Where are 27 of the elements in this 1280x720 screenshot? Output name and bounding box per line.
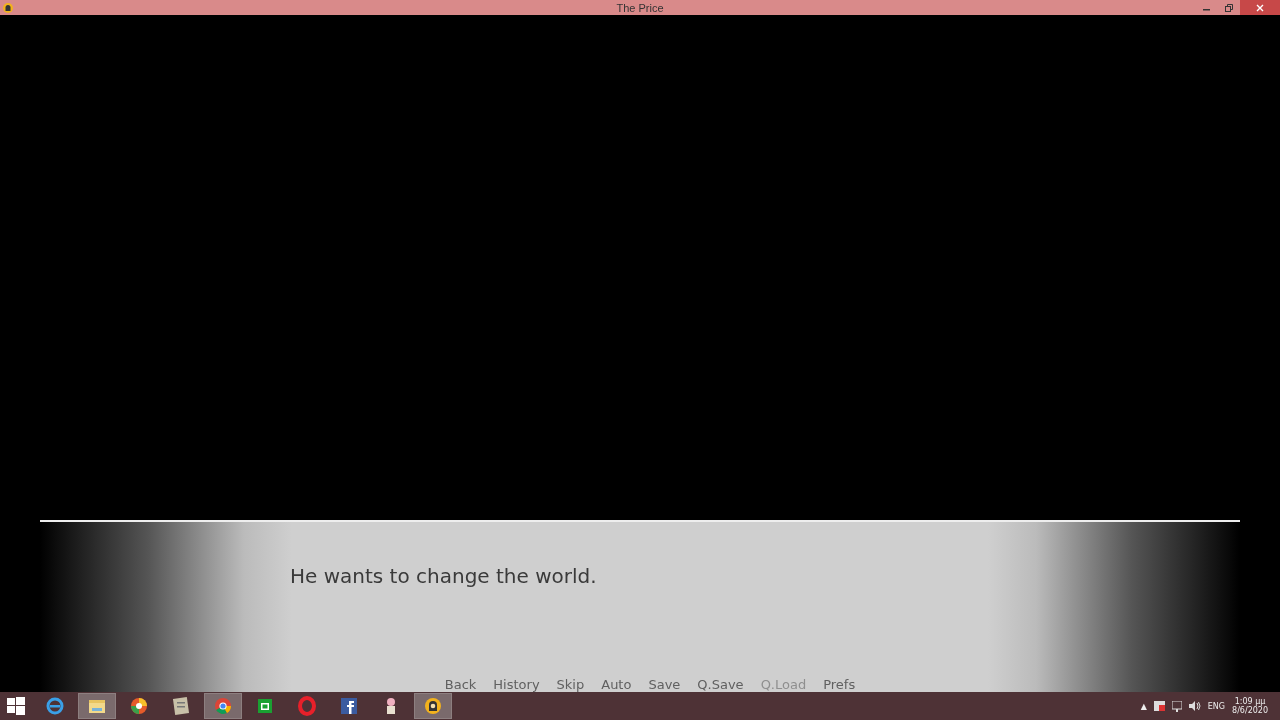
quick-menu-button[interactable]: Auto (601, 678, 632, 692)
facebook-icon (339, 696, 359, 716)
close-icon (1256, 3, 1264, 12)
quick-menu-button[interactable]: Save (648, 678, 681, 692)
windows-icon (7, 697, 25, 715)
quick-menu-button[interactable]: History (493, 678, 540, 692)
quick-menu-button[interactable]: Back (444, 678, 477, 692)
opera-icon (297, 696, 317, 716)
show-hidden-icons-button[interactable]: ▲ (1140, 701, 1147, 711)
clock-time: 1:09 μμ (1234, 697, 1266, 706)
language-indicator[interactable]: ENG (1207, 701, 1226, 711)
window-title: The Price (616, 1, 664, 14)
network-icon (1171, 700, 1182, 712)
quick-menu-button[interactable]: Prefs (823, 678, 856, 692)
clock[interactable]: 1:09 μμ 8/6/2020 (1232, 697, 1268, 715)
notepad-icon (171, 696, 191, 716)
clock-date: 8/6/2020 (1232, 706, 1268, 715)
quick-menu-button[interactable]: Skip (556, 678, 585, 692)
quick-menu-button[interactable]: Q.Save (697, 678, 744, 692)
colorful-disc-icon (129, 696, 149, 716)
chrome-icon (213, 696, 233, 716)
taskbar-app-button[interactable] (414, 693, 452, 719)
volume-icon (1188, 701, 1201, 711)
app-icon (2, 1, 14, 14)
dialogue-text: He wants to change the world. (290, 564, 598, 588)
flag-icon (1153, 701, 1165, 711)
restore-icon (1225, 3, 1233, 12)
